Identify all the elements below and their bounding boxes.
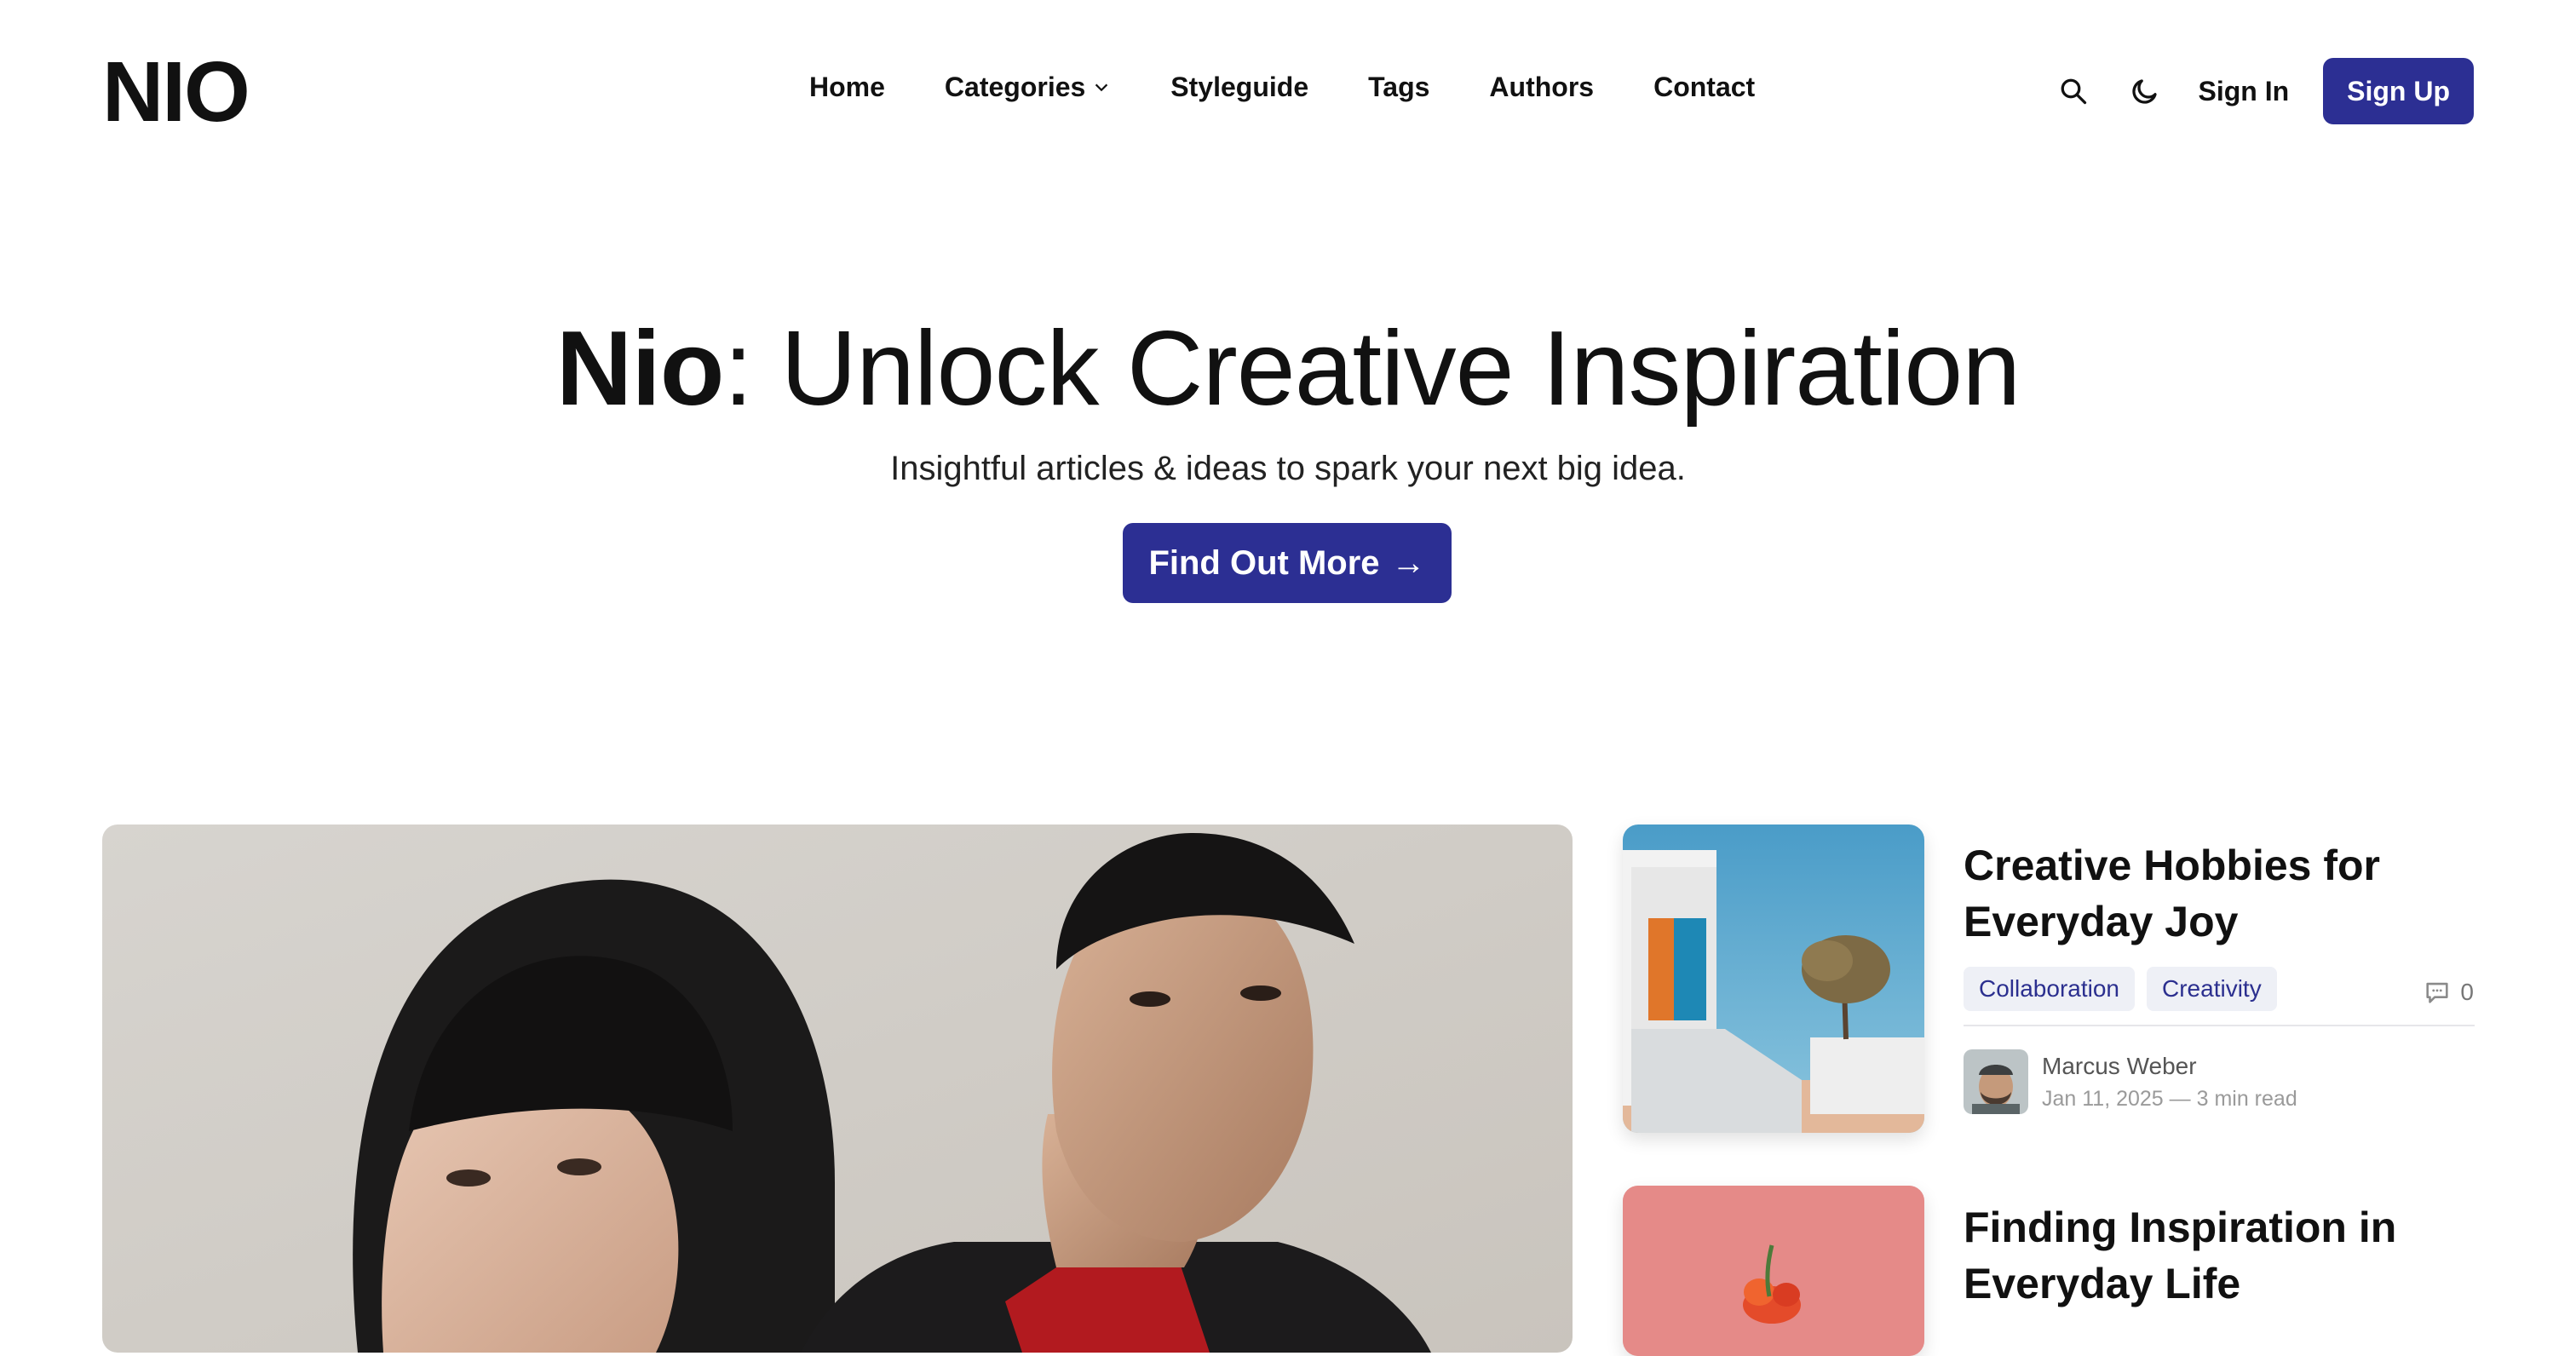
avatar[interactable] bbox=[1964, 1049, 2028, 1114]
nav-authors-label: Authors bbox=[1489, 72, 1595, 102]
nav-authors[interactable]: Authors bbox=[1489, 72, 1594, 103]
chevron-down-icon bbox=[1095, 83, 1108, 91]
hero-title-text: : Unlock Creative Inspiration bbox=[723, 310, 2021, 428]
search-icon bbox=[2061, 78, 2087, 105]
arrow-right-icon: → bbox=[1391, 543, 1426, 582]
post-image bbox=[1623, 825, 1924, 1133]
search-button[interactable] bbox=[2055, 72, 2092, 110]
comment-icon bbox=[2426, 982, 2449, 1003]
theme-toggle-button[interactable] bbox=[2126, 72, 2164, 110]
nav-styleguide-label: Styleguide bbox=[1170, 72, 1309, 102]
moon-icon bbox=[2132, 79, 2158, 104]
tag-chip[interactable]: Collaboration bbox=[1964, 967, 2135, 1011]
post-divider bbox=[1964, 1025, 2475, 1026]
nav-categories-label: Categories bbox=[944, 72, 1086, 102]
find-out-more-button[interactable]: Find Out More → bbox=[1123, 523, 1452, 603]
author-name[interactable]: Marcus Weber bbox=[2042, 1053, 2297, 1080]
author-avatar-image bbox=[1964, 1049, 2028, 1114]
find-out-more-label: Find Out More bbox=[1148, 543, 1380, 582]
post-thumbnail[interactable] bbox=[1623, 825, 1924, 1133]
site-logo[interactable]: NIO bbox=[102, 49, 250, 135]
tag-chip[interactable]: Creativity bbox=[2147, 967, 2277, 1011]
post-image bbox=[1623, 1186, 1924, 1356]
nav-home-label: Home bbox=[809, 72, 885, 102]
nav-styleguide[interactable]: Styleguide bbox=[1170, 72, 1308, 103]
hero-title: Nio: Unlock Creative Inspiration bbox=[0, 311, 2576, 427]
nav-contact-label: Contact bbox=[1653, 72, 1756, 102]
post-tags: Collaboration Creativity bbox=[1964, 967, 2277, 1011]
main-nav: Home Categories Styleguide Tags Authors … bbox=[809, 72, 1755, 103]
post-meta: Jan 11, 2025 — 3 min read bbox=[2042, 1086, 2297, 1111]
author-info: Marcus Weber Jan 11, 2025 — 3 min read bbox=[2042, 1053, 2297, 1112]
featured-photo bbox=[102, 825, 1573, 1353]
header-actions: Sign In Sign Up bbox=[2055, 58, 2474, 124]
nav-contact[interactable]: Contact bbox=[1653, 72, 1755, 103]
nav-tags-label: Tags bbox=[1368, 72, 1430, 102]
comment-count[interactable]: 0 bbox=[2423, 978, 2474, 1007]
hero-title-brand: Nio bbox=[555, 310, 725, 428]
nav-home[interactable]: Home bbox=[809, 72, 885, 103]
nav-tags[interactable]: Tags bbox=[1368, 72, 1429, 103]
nav-categories[interactable]: Categories bbox=[945, 72, 1111, 103]
featured-post-image[interactable] bbox=[102, 825, 1573, 1353]
sign-in-link[interactable]: Sign In bbox=[2198, 76, 2289, 107]
post-author: Marcus Weber Jan 11, 2025 — 3 min read bbox=[1964, 1049, 2297, 1114]
post-thumbnail[interactable] bbox=[1623, 1186, 1924, 1356]
post-title[interactable]: Creative Hobbies for Everyday Joy bbox=[1964, 837, 2441, 950]
sign-up-button[interactable]: Sign Up bbox=[2323, 58, 2474, 124]
comment-count-value: 0 bbox=[2460, 979, 2474, 1005]
post-title[interactable]: Finding Inspiration in Everyday Life bbox=[1964, 1199, 2441, 1312]
hero-subtitle: Insightful articles & ideas to spark you… bbox=[890, 450, 1686, 487]
